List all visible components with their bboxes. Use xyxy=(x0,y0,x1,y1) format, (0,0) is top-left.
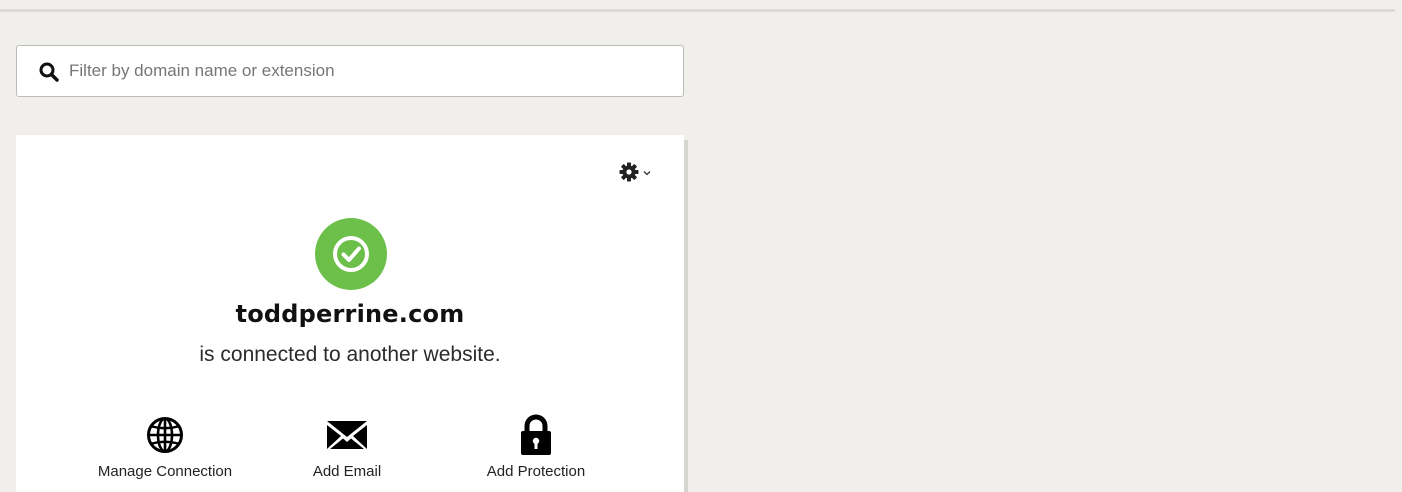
envelope-icon xyxy=(277,413,417,457)
lock-icon xyxy=(460,413,612,457)
top-divider xyxy=(0,9,1395,12)
connection-status: is connected to another website. xyxy=(199,343,501,366)
globe-icon xyxy=(90,413,240,457)
domain-card: toddperrine.com is connected to another … xyxy=(16,135,684,492)
domain-filter-box[interactable] xyxy=(16,45,684,97)
connected-check-icon xyxy=(315,218,387,290)
manage-connection-action[interactable]: Manage Connection xyxy=(90,413,240,480)
domain-filter-input[interactable] xyxy=(69,46,669,96)
domain-settings-menu[interactable] xyxy=(619,162,652,187)
search-icon xyxy=(39,62,59,82)
add-email-label: Add Email xyxy=(312,463,382,480)
add-protection-action[interactable]: Add Protection xyxy=(460,413,612,480)
domain-name: toddperrine.com xyxy=(235,300,465,328)
manage-connection-label: Manage Connection xyxy=(97,463,233,480)
add-protection-label: Add Protection xyxy=(486,463,586,480)
chevron-down-icon xyxy=(642,165,652,183)
gear-icon xyxy=(619,162,639,187)
card-shadow-edge xyxy=(684,140,688,492)
add-email-action[interactable]: Add Email xyxy=(277,413,417,480)
